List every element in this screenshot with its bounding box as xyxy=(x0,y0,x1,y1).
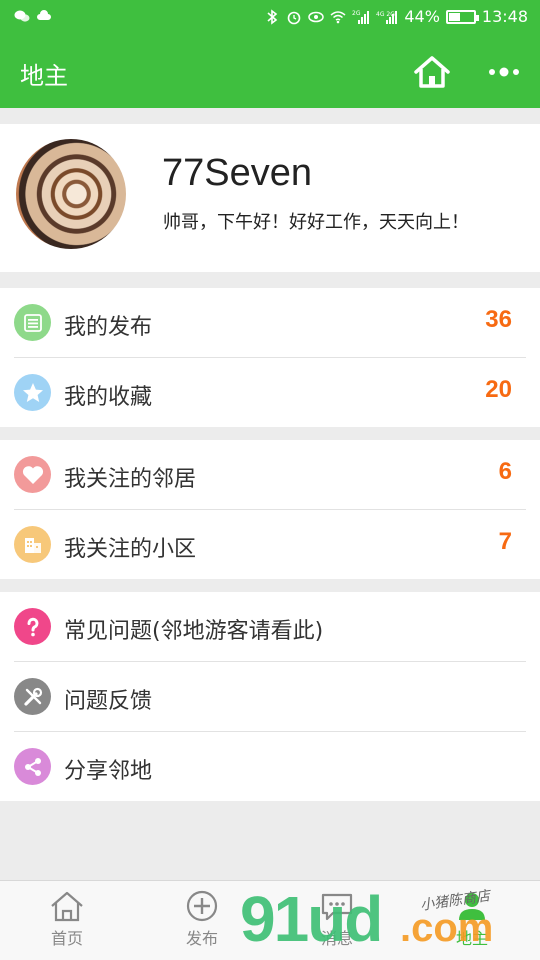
signal-icon-2: 4G 2G xyxy=(376,10,398,24)
battery-percent: 44% xyxy=(404,7,440,26)
menu-item-label: 我的收藏 xyxy=(64,385,153,410)
menu-item-count: 36 xyxy=(485,306,512,333)
tab-home[interactable]: 首页 xyxy=(27,889,107,949)
building-icon xyxy=(14,526,51,563)
heart-icon xyxy=(14,456,51,493)
menu-item-followed-communities[interactable]: 我关注的小区 7 xyxy=(0,510,540,579)
menu-item-count: 7 xyxy=(498,528,512,555)
clock: 13:48 xyxy=(481,7,528,26)
menu-item-faq[interactable]: 常见问题(邻地游客请看此) xyxy=(0,592,540,661)
tab-label: 发布 xyxy=(185,929,218,948)
chat-icon xyxy=(321,893,353,921)
tab-label: 地主 xyxy=(455,929,488,948)
home-button[interactable] xyxy=(412,54,452,90)
more-button[interactable] xyxy=(486,60,522,84)
user-icon xyxy=(459,893,485,920)
profile-card[interactable]: 77Seven 帅哥，下午好！好好工作，天天向上！ xyxy=(0,124,540,272)
menu-group-help: 常见问题(邻地游客请看此) 问题反馈 分享邻地 xyxy=(0,592,540,801)
menu-item-share[interactable]: 分享邻地 xyxy=(0,732,540,801)
share-icon xyxy=(14,748,51,785)
menu-item-followed-neighbors[interactable]: 我关注的邻居 6 xyxy=(0,440,540,509)
wechat-icon xyxy=(14,10,30,22)
more-dots-icon xyxy=(489,67,519,77)
tab-profile[interactable]: 地主 xyxy=(432,889,512,949)
greeting-text: 帅哥，下午好！好好工作，天天向上！ xyxy=(163,212,469,233)
title-bar: 地主 xyxy=(0,36,540,108)
tab-messages[interactable]: 消息 xyxy=(297,889,377,949)
plus-circle-icon xyxy=(186,890,218,922)
menu-item-count: 20 xyxy=(485,376,512,403)
page-title: 地主 xyxy=(20,62,68,90)
wifi-icon xyxy=(330,10,346,23)
tab-label: 首页 xyxy=(50,929,83,948)
question-icon xyxy=(14,608,51,645)
menu-item-label: 问题反馈 xyxy=(64,689,153,714)
menu-item-feedback[interactable]: 问题反馈 xyxy=(0,662,540,731)
tab-publish[interactable]: 发布 xyxy=(162,889,242,949)
home-icon xyxy=(51,891,83,922)
menu-item-label: 我关注的小区 xyxy=(64,537,197,562)
cloud-icon xyxy=(37,10,51,20)
home-icon xyxy=(414,56,450,88)
tab-label: 消息 xyxy=(320,929,353,948)
star-icon xyxy=(14,374,51,411)
menu-item-label: 我的发布 xyxy=(64,315,153,340)
signal-icon: 2G xyxy=(352,10,370,24)
tools-icon xyxy=(14,678,51,715)
menu-group-following: 我关注的邻居 6 我关注的小区 7 xyxy=(0,440,540,579)
menu-item-label: 常见问题(邻地游客请看此) xyxy=(64,619,324,644)
menu-item-label: 分享邻地 xyxy=(64,759,153,784)
status-bar: 2G 4G 2G 44% 13:48 xyxy=(0,0,540,36)
alarm-icon xyxy=(288,11,301,24)
menu-item-my-favorites[interactable]: 我的收藏 20 xyxy=(0,358,540,427)
bottom-tab-bar: 首页 发布 消息 地主 xyxy=(0,880,540,960)
menu-item-my-posts[interactable]: 我的发布 36 xyxy=(0,288,540,357)
user-nickname: 77Seven xyxy=(162,152,313,194)
eye-icon xyxy=(308,11,325,22)
svg-text:2G: 2G xyxy=(352,10,361,17)
battery-icon xyxy=(445,9,479,24)
menu-item-label: 我关注的邻居 xyxy=(64,467,197,492)
bluetooth-icon xyxy=(267,8,278,25)
avatar[interactable] xyxy=(16,139,126,249)
menu-item-count: 6 xyxy=(498,458,512,485)
list-icon xyxy=(14,304,51,341)
menu-group-posts: 我的发布 36 我的收藏 20 xyxy=(0,288,540,427)
